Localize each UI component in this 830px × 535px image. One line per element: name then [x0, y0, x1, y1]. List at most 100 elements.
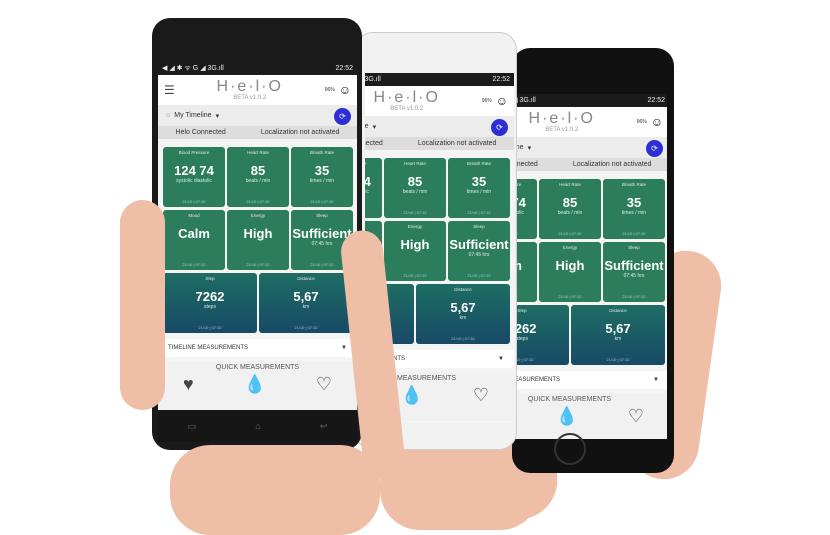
tile-mood[interactable]: Mood Calm 21/10 | 07:32 [163, 210, 225, 270]
avatar[interactable]: ☺ [651, 115, 663, 129]
tile-title: Energy [250, 213, 266, 218]
timeline-measurements-dropdown[interactable]: TIMELINE MEASUREMENTS ▼ [515, 371, 667, 389]
status-icons: ◀ ◢ ✱ ᯤ G ◢ 3G.ıll [162, 65, 224, 72]
tile-step[interactable]: Step 7262steps 21/10 | 07:32 [515, 305, 569, 365]
clock: 22:52 [335, 65, 353, 72]
recent-apps-button[interactable]: ▭ [188, 421, 197, 432]
tile-title: Step [205, 276, 215, 281]
app-header: ☰ H·e·l·O BETA v1.0.2 96% ☺ [515, 107, 667, 137]
tile-breath-rate[interactable]: Breath Rate 35 times / min 21/10 | 07:32 [448, 158, 510, 218]
tile-energy[interactable]: Energy High 21/10 | 07:32 [539, 242, 601, 302]
tile-unit: km [614, 336, 622, 342]
tile-date: 21/10 | 07:32 [294, 325, 318, 330]
logo: H·e·l·O BETA v1.0.2 [374, 90, 440, 113]
tile-title: Heart Rate [559, 182, 581, 187]
tile-date: 21/10 | 07:32 [182, 199, 206, 204]
timeline-label: My Timeline [174, 112, 212, 119]
ecg-heart-icon[interactable]: ♡ [473, 385, 489, 406]
logo: H·e·l·O BETA v1.0.2 [529, 111, 595, 134]
helo-connected-status: Helo Connected [515, 161, 538, 168]
timeline-measurements-dropdown[interactable]: TIMELINE MEASUREMENTS ▼ [158, 339, 357, 357]
tile-date: 21/10 | 07:32 [451, 336, 475, 341]
chevron-down-icon: ▼ [341, 345, 347, 351]
home-button[interactable] [554, 433, 586, 465]
connection-bar: Helo Connected Localization not activate… [158, 126, 357, 139]
tile-title: Blood Pressure [515, 182, 522, 187]
tile-value: 5,67 [605, 321, 631, 336]
avatar[interactable]: ☺ [339, 83, 351, 97]
tile-value: 5,67 [293, 289, 319, 304]
tile-unit: beats / min [557, 210, 583, 216]
ecg-heart-icon[interactable]: ♡ [316, 374, 332, 395]
tile-distance[interactable]: Distance 5,67 km 21/10 | 07:32 [259, 273, 353, 333]
sync-button[interactable]: ⟳ [334, 108, 351, 125]
blood-pressure-drop-icon[interactable]: 💧 [556, 406, 578, 427]
tile-value: 7262 [195, 289, 225, 304]
helo-app: ◀ ◢ ✱ ᯤ G ◢ 3G.ıll 22:52 ☰ H·e·l·O BETA … [515, 94, 667, 439]
android-nav-bar: ▭ ⌂ ↩ [158, 410, 357, 442]
tile-unit: km [459, 315, 467, 321]
back-button[interactable]: ↩ [320, 421, 328, 432]
tile-value: 7262 [515, 321, 537, 336]
tile-date: 21/10 | 07:32 [403, 273, 427, 278]
tile-title: Breath Rate [466, 161, 491, 166]
tile-breath-rate[interactable]: Breath Rate 35 times / min 21/10 | 07:32 [603, 179, 665, 239]
tile-energy[interactable]: Energy High 21/10 | 07:32 [384, 221, 446, 281]
tile-value: High [555, 258, 585, 273]
tile-title: Mood [515, 245, 537, 250]
tile-title: Mood [365, 224, 382, 229]
tile-heart-rate[interactable]: Heart Rate 85 beats / min 21/10 | 07:32 [539, 179, 601, 239]
menu-icon[interactable]: ☰ [164, 83, 175, 97]
tile-breath-rate[interactable]: Breath Rate 35 times / min 21/10 | 07:32 [291, 147, 353, 207]
tile-date: 21/10 | 07:32 [558, 294, 582, 299]
tile-title: Breath Rate [309, 150, 334, 155]
tile-unit: times / min [621, 210, 647, 216]
tile-title: Energy [407, 224, 423, 229]
app-header: ☰ H·e·l·O BETA v1.0.2 96% ☺ [365, 86, 514, 116]
tile-energy[interactable]: Energy High 21/10 | 07:32 [227, 210, 289, 270]
tile-mood[interactable]: Mood Calm 21/10 | 07:32 [515, 242, 537, 302]
app-version: BETA v1.0.2 [545, 127, 579, 133]
tile-unit: systolic diastolic [515, 210, 524, 216]
chevron-down-icon: ▾ [372, 123, 377, 131]
heart-icon[interactable]: ♥ [183, 374, 194, 395]
battery-level: 96% [481, 98, 492, 104]
tile-unit: 07:45 hrs [468, 252, 490, 258]
timeline-selector[interactable]: ⌂ My Timeline ▾ [158, 105, 357, 126]
tile-blood-pressure[interactable]: Blood Pressure 124 74systolic diastolic 21… [163, 147, 225, 207]
tile-unit: steps [516, 336, 528, 342]
quick-measurements-label: QUICK MEASUREMENTS [527, 396, 612, 403]
tile-step[interactable]: Step 7262steps 21/10 | 07:32 [163, 273, 257, 333]
tile-distance[interactable]: Distance 5,67 km 21/10 | 07:32 [416, 284, 510, 344]
sync-button[interactable]: ⟳ [491, 119, 508, 136]
tile-value: 124 74 [515, 195, 526, 210]
localization-status: Localization not activated [572, 161, 652, 168]
tile-sleep[interactable]: Sleep Sufficient 07:45 hrs 21/10 | 07:32 [448, 221, 510, 281]
sync-button[interactable]: ⟳ [646, 140, 663, 157]
tile-unit: steps [204, 304, 216, 310]
tile-title: Sleep [316, 213, 328, 218]
chevron-down-icon: ▼ [498, 356, 504, 362]
tile-title: Sleep [628, 245, 640, 250]
tile-date: 21/10 | 07:32 [515, 231, 537, 236]
tile-title: Mood [188, 213, 200, 218]
blood-pressure-drop-icon[interactable]: 💧 [401, 385, 423, 406]
tile-distance[interactable]: Distance 5,67 km 21/10 | 07:32 [571, 305, 665, 365]
tile-blood-pressure[interactable]: Blood Pressure 124 74systolic diastolic 21… [365, 158, 382, 218]
timeline-selector[interactable]: ⌂ My Timeline ▾ [515, 137, 667, 158]
tile-value: 124 74 [174, 163, 214, 178]
tile-date: 21/10 | 07:32 [365, 210, 382, 215]
tile-sleep[interactable]: Sleep Sufficient 07:45 hrs 21/10 | 07:32 [603, 242, 665, 302]
tile-heart-rate[interactable]: Heart Rate 85 beats / min 21/10 | 07:32 [227, 147, 289, 207]
clock: 22:52 [647, 97, 665, 104]
avatar[interactable]: ☺ [496, 94, 508, 108]
tile-blood-pressure[interactable]: Blood Pressure 124 74systolic diastolic 21… [515, 179, 537, 239]
tile-heart-rate[interactable]: Heart Rate 85 beats / min 21/10 | 07:32 [384, 158, 446, 218]
home-nav-button[interactable]: ⌂ [255, 421, 260, 431]
ecg-heart-icon[interactable]: ♡ [628, 406, 644, 427]
blood-pressure-drop-icon[interactable]: 💧 [244, 374, 266, 395]
tile-date: 21/10 | 07:32 [467, 273, 491, 278]
tile-title: Breath Rate [621, 182, 646, 187]
phone-back: ◀ ◢ ✱ ᯤ G ◢ 3G.ıll 22:52 ☰ H·e·l·O BETA … [512, 48, 674, 473]
tile-date: 21/10 | 07:32 [246, 199, 270, 204]
